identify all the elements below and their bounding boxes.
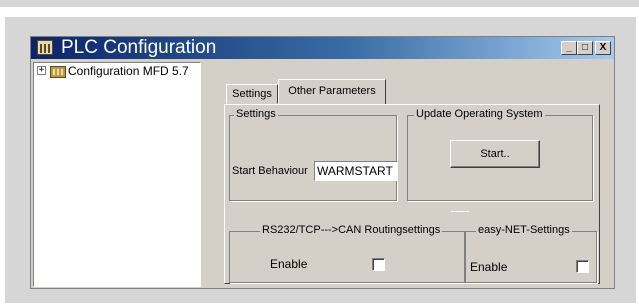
start-behaviour-field[interactable]: WARMSTART: [314, 161, 398, 181]
window-title: PLC Configuration: [61, 37, 217, 58]
tab-other-parameters[interactable]: Other Parameters: [278, 79, 386, 105]
tree-item-configuration[interactable]: Configuration MFD 5.7: [68, 64, 189, 78]
properties-pane: Settings Other Parameters Settings Start…: [216, 59, 606, 285]
routing-enable-checkbox[interactable]: [372, 258, 385, 271]
routing-settings-group: RS232/TCP--->CAN Routingsettings Enable: [229, 224, 465, 283]
start-button[interactable]: Start..: [450, 140, 540, 168]
update-os-group-legend: Update Operating System: [414, 108, 545, 120]
maximize-button[interactable]: □: [577, 41, 593, 55]
settings-group: Settings Start Behaviour WARMSTART: [229, 108, 398, 201]
title-bar[interactable]: PLC Configuration _ □ X: [31, 37, 614, 59]
start-behaviour-label: Start Behaviour: [232, 165, 308, 177]
easy-net-enable-label: Enable: [470, 260, 508, 274]
easy-net-enable-checkbox[interactable]: [576, 260, 589, 273]
minimize-button[interactable]: _: [561, 41, 577, 55]
easy-net-group-legend: easy-NET-Settings: [476, 224, 572, 236]
update-os-group: Update Operating System Start..: [407, 108, 593, 201]
plc-app-icon: [37, 40, 53, 55]
routing-group-legend: RS232/TCP--->CAN Routingsettings: [260, 224, 443, 236]
other-parameters-panel: Settings Start Behaviour WARMSTART Updat…: [224, 104, 600, 284]
settings-group-legend: Settings: [234, 108, 278, 120]
easy-net-settings-group: easy-NET-Settings Enable: [465, 224, 597, 283]
configuration-tree[interactable]: + Configuration MFD 5.7: [33, 62, 201, 287]
device-icon: [50, 66, 66, 78]
routing-enable-label: Enable: [270, 257, 308, 271]
plc-configuration-window: PLC Configuration _ □ X + Configuration …: [30, 36, 615, 289]
close-button[interactable]: X: [595, 41, 611, 55]
divider-line: [451, 211, 469, 212]
expand-icon[interactable]: +: [37, 66, 46, 75]
page-top-bar: [0, 0, 639, 7]
tab-settings[interactable]: Settings: [226, 84, 278, 104]
